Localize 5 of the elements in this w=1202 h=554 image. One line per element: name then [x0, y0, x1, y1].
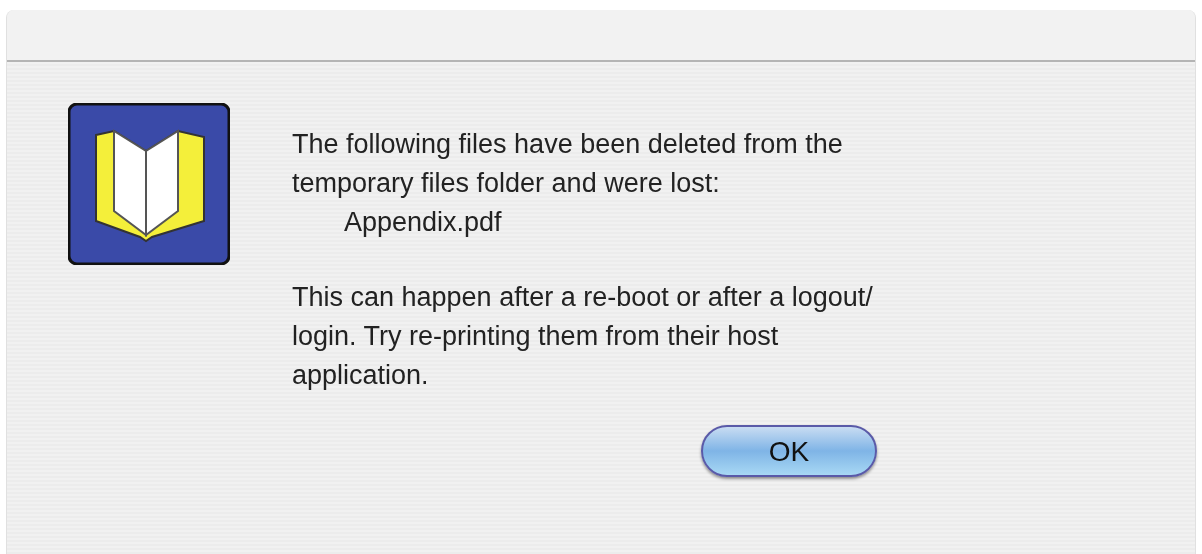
- message-text: The following files have been deleted from the temporary files folder and were lost:: [292, 128, 844, 200]
- file-name: Appendix.pdf: [343, 206, 503, 239]
- explanation-text: This can happen after a re-boot or after a logout/ login. Try re-printing them from their host application.: [292, 281, 873, 392]
- book-icon: [68, 103, 230, 265]
- ok-button[interactable]: OK: [700, 425, 877, 477]
